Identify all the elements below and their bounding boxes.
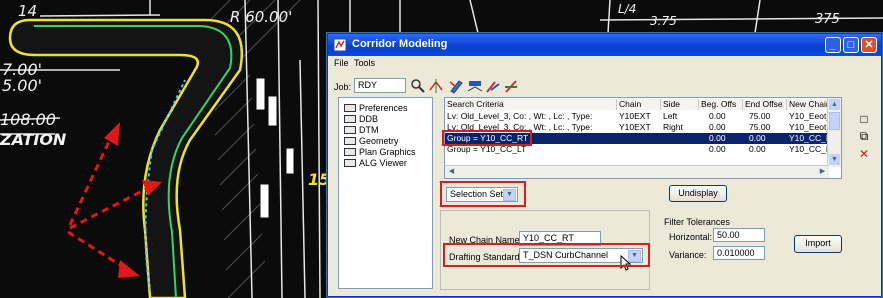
menu-file[interactable]: File xyxy=(334,58,349,68)
horizontal-label: Horizontal: xyxy=(669,232,713,242)
horizontal-scrollbar[interactable]: ◀ ▶ xyxy=(445,165,829,178)
tree-item-alg-viewer[interactable]: ALG Viewer xyxy=(344,158,407,168)
menu-bar: File Tools xyxy=(328,56,881,70)
section-icon[interactable] xyxy=(467,78,483,94)
scroll-up-icon[interactable]: ▲ xyxy=(829,99,840,110)
column-header-side[interactable]: Side xyxy=(661,99,699,110)
delete-icon[interactable]: ✕ xyxy=(857,147,871,161)
new-icon[interactable]: □ xyxy=(857,112,871,126)
column-header-new-chain[interactable]: New Chain xyxy=(787,99,829,110)
chain-icon[interactable] xyxy=(428,78,444,94)
cad-label-station: 108.00 xyxy=(0,110,56,129)
red-annotation-arrows xyxy=(67,134,151,272)
column-header-search-criteria[interactable]: Search Criteria xyxy=(445,99,617,110)
scroll-down-icon[interactable]: ▼ xyxy=(829,154,840,165)
job-field[interactable]: RDY xyxy=(354,78,406,93)
undisplay-button[interactable]: Undisplay xyxy=(669,185,727,202)
curb-channel-outline xyxy=(8,18,244,298)
close-button[interactable]: ✕ xyxy=(861,37,877,53)
tree-item-dtm[interactable]: DTM xyxy=(344,125,379,135)
copy-icon[interactable]: ⧉ xyxy=(857,129,871,143)
scroll-right-icon[interactable]: ▶ xyxy=(817,166,828,177)
cad-label-3-75: 3.75 xyxy=(650,14,677,28)
cad-label-width-2: 5.00' xyxy=(2,76,43,95)
folder-icon xyxy=(344,126,356,134)
navigation-tree: Preferences DDB DTM Geometry Plan Graphi… xyxy=(338,97,433,289)
cad-label-l4: L/4 xyxy=(618,2,637,16)
cad-label-375: 375 xyxy=(815,12,840,27)
tree-item-geometry[interactable]: Geometry xyxy=(344,136,399,146)
title-bar[interactable]: Corridor Modeling _ □ ✕ xyxy=(328,34,881,56)
tree-item-ddb[interactable]: DDB xyxy=(344,114,378,124)
app-icon xyxy=(333,38,347,52)
table-row[interactable]: Lv: Old_Level_3, Co: , Wt: , Lc: , Type:… xyxy=(445,111,829,122)
window-title: Corridor Modeling xyxy=(352,38,448,50)
scroll-left-icon[interactable]: ◀ xyxy=(446,166,457,177)
folder-icon xyxy=(344,137,356,145)
variance-label: Variance: xyxy=(669,250,707,260)
minimize-button[interactable]: _ xyxy=(825,37,841,53)
lane-arrows xyxy=(256,78,294,218)
column-header-beg-offset[interactable]: Beg. Offs xyxy=(699,99,743,110)
highlight-selection-set xyxy=(440,181,526,207)
folder-icon xyxy=(344,148,356,156)
cad-label-radius: R 60.00' xyxy=(230,8,293,26)
import-button[interactable]: Import xyxy=(794,235,842,253)
folder-icon xyxy=(344,104,356,112)
tree-item-plan-graphics[interactable]: Plan Graphics xyxy=(344,147,416,157)
scroll-thumb[interactable] xyxy=(829,112,840,130)
job-label: Job: xyxy=(334,82,352,92)
arrow-tool-icon[interactable] xyxy=(485,78,501,94)
cad-label-zation: ZATION xyxy=(0,130,67,149)
highlight-drafting-standard xyxy=(443,243,650,267)
search-icon[interactable] xyxy=(410,78,426,94)
pencil-icon[interactable] xyxy=(448,78,464,94)
filter-tolerances-title: Filter Tolerances xyxy=(664,217,730,227)
menu-tools[interactable]: Tools xyxy=(354,58,375,68)
column-header-chain[interactable]: Chain xyxy=(617,99,661,110)
variance-field[interactable]: 0.010000 xyxy=(713,246,765,260)
folder-icon xyxy=(344,159,356,167)
assign-icon[interactable] xyxy=(503,78,519,94)
cad-label-14: 14 xyxy=(18,2,38,20)
column-header-end-offset[interactable]: End Offse xyxy=(743,99,787,110)
vertical-scrollbar[interactable]: ▲ ▼ xyxy=(827,98,841,167)
folder-icon xyxy=(344,115,356,123)
highlight-selected-row xyxy=(442,130,532,146)
corridor-modeling-dialog: Corridor Modeling _ □ ✕ File Tools Job: … xyxy=(327,33,882,297)
tree-item-preferences[interactable]: Preferences xyxy=(344,103,408,113)
horizontal-tolerance-field[interactable]: 50.00 xyxy=(713,228,765,242)
maximize-button[interactable]: □ xyxy=(843,37,859,53)
